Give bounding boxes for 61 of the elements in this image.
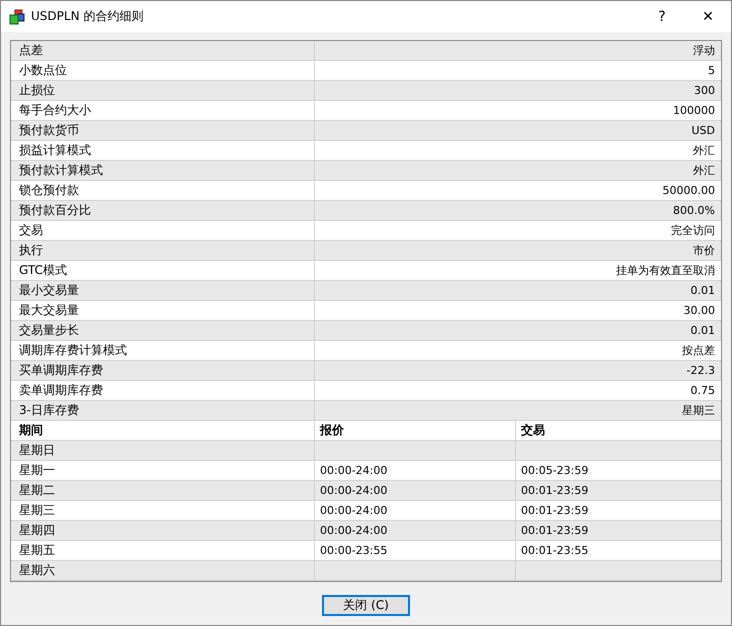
table-cell-text: 市价	[692, 243, 716, 258]
table-cell-text: 0.01	[690, 324, 716, 337]
table-cell: 3-日库存费	[11, 401, 315, 420]
table-cell-text: 外汇	[692, 143, 716, 158]
table-cell: 止损位	[11, 81, 315, 100]
column-header: 报价	[315, 421, 516, 440]
table-cell: 00:00-24:00	[320, 484, 388, 497]
table-cell: 星期四	[11, 521, 315, 540]
table-cell-text: USD	[690, 124, 716, 137]
table-cell: 00:05-23:59	[521, 464, 588, 477]
table-cell: 调期库存费计算模式	[11, 341, 315, 360]
table-cell: 预付款货币	[11, 121, 315, 140]
table-cell: 锁仓预付款	[11, 181, 315, 200]
table-cell: 00:01-23:59	[521, 484, 588, 497]
table-cell: GTC模式	[11, 261, 315, 280]
table-cell-text: 按点差	[681, 343, 716, 358]
table-cell-text: 浮动	[692, 43, 716, 58]
table-cell: 买单调期库存费	[11, 361, 315, 380]
table-cell: 卖单调期库存费	[11, 381, 315, 400]
table-cell: 预付款计算模式	[11, 161, 315, 180]
table-cell: 00:00-24:00	[320, 524, 388, 537]
table-cell-text: 30.00	[682, 304, 716, 317]
table-cell-text: 挂单为有效直至取消	[615, 263, 716, 278]
table-cell-text: 0.75	[690, 384, 716, 397]
table-cell: 执行	[11, 241, 315, 260]
table-cell: 星期六	[11, 561, 315, 580]
table-cell-text: 50000.00	[662, 184, 716, 197]
close-dialog-button[interactable]: 关闭 (C)	[322, 595, 410, 616]
table-cell-text: 星期三	[681, 403, 716, 418]
table-cell: 交易	[11, 221, 315, 240]
table-cell: 预付款百分比	[11, 201, 315, 220]
table-cell: 00:00-23:55	[320, 544, 388, 557]
table-cell-text: 5	[707, 64, 716, 77]
table-cell: 00:00-24:00	[320, 464, 388, 477]
column-header: 期间	[11, 421, 315, 440]
app-icon	[9, 8, 25, 24]
table-cell: 00:01-23:59	[521, 524, 588, 537]
table-cell: 00:00-24:00	[320, 504, 388, 517]
table-cell-text: -22.3	[686, 364, 716, 377]
table-cell: 00:01-23:59	[521, 504, 588, 517]
table-cell: 星期一	[11, 461, 315, 480]
table-cell: 最小交易量	[11, 281, 315, 300]
column-header: 交易	[520, 422, 546, 439]
table-cell-text: 完全访问	[670, 223, 716, 238]
table-cell: 星期五	[11, 541, 315, 560]
table-cell-text: 300	[693, 84, 716, 97]
table-cell: 最大交易量	[11, 301, 315, 320]
table-cell: 交易量步长	[11, 321, 315, 340]
table-cell: 小数点位	[11, 61, 315, 80]
table-cell-text: 100000	[672, 104, 716, 117]
table-cell: 点差	[11, 41, 315, 60]
table-cell: 星期日	[11, 441, 315, 460]
table-cell: 00:01-23:55	[521, 544, 588, 557]
table-cell-text: 800.0%	[672, 204, 716, 217]
table-cell: 星期三	[11, 501, 315, 520]
table-cell-text: 0.01	[690, 284, 716, 297]
table-cell: 每手合约大小	[11, 101, 315, 120]
table-cell: 损益计算模式	[11, 141, 315, 160]
table-cell: 星期二	[11, 481, 315, 500]
window-title: USDPLN 的合约细则	[31, 8, 144, 25]
table-cell-text: 外汇	[692, 163, 716, 178]
